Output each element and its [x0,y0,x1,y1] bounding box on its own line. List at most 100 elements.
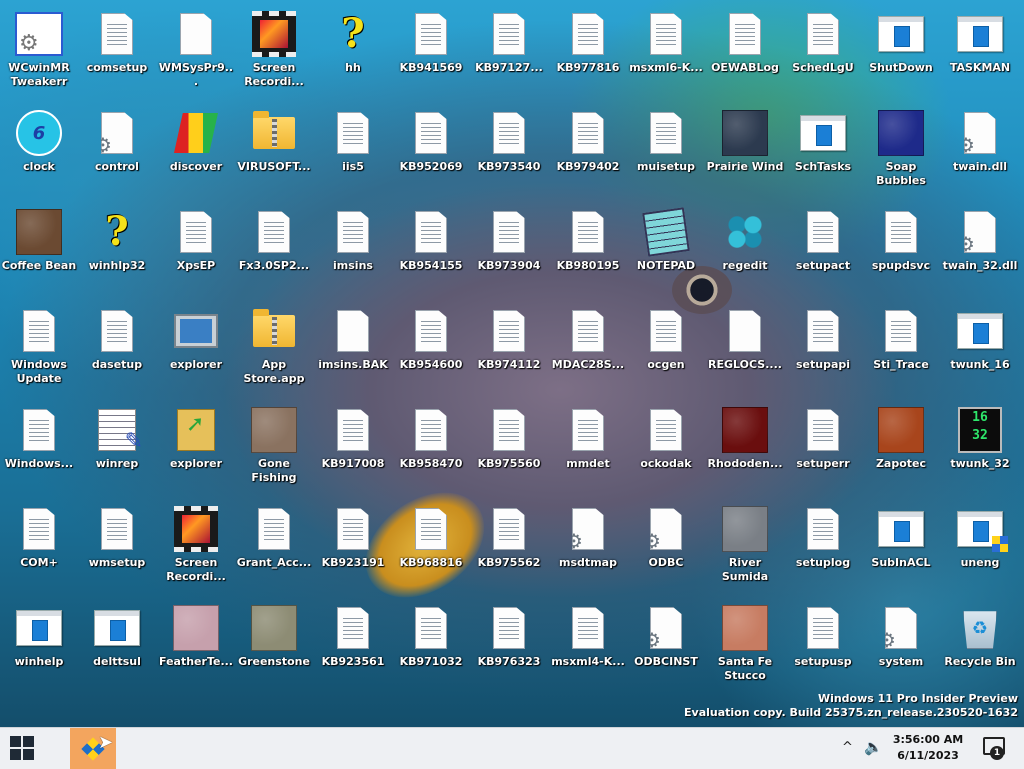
window-shield-icon [956,505,1008,553]
desktop-icon[interactable]: 6 clock [0,103,78,195]
desktop-icon[interactable]: KB974112 [470,301,548,393]
desktop-icon[interactable]: winhelp [0,598,78,690]
desktop-icon[interactable]: WMSysPr9... [157,4,235,96]
desktop-icon[interactable]: Windows... [0,400,78,492]
desktop-icon[interactable]: Screen Recordi... [235,4,313,96]
desktop-icon[interactable]: KB973904 [470,202,548,294]
desktop-icon[interactable]: KB971032 [392,598,470,690]
desktop-icon[interactable]: Prairie Wind [706,103,784,195]
desktop-icon[interactable]: KB923191 [314,499,392,591]
show-hidden-icons-chevron-icon[interactable]: ^ [842,740,853,755]
desktop-icon[interactable]: SchTasks [784,103,862,195]
desktop-icon[interactable]: ? winhlp32 [78,202,156,294]
desktop-icon[interactable]: WCwinMR Tweakerr [0,4,78,96]
desktop-icon[interactable]: KB968816 [392,499,470,591]
desktop-icon[interactable]: mmdet [549,400,627,492]
desktop-icon-label: iis5 [342,160,364,173]
desktop-icon[interactable]: App Store.app [235,301,313,393]
desktop-icon[interactable]: NOTEPAD [627,202,705,294]
desktop-icon[interactable]: Santa Fe Stucco [706,598,784,690]
desktop-icon[interactable]: ockodak [627,400,705,492]
desktop-icon[interactable]: wmsetup [78,499,156,591]
desktop-icon[interactable]: ⚙ msdtmap [549,499,627,591]
desktop-icon[interactable]: winrep [78,400,156,492]
desktop-icon[interactable]: REGLOCS.... [706,301,784,393]
desktop-icon[interactable]: imsins [314,202,392,294]
desktop-icon[interactable]: Fx3.0SP2... [235,202,313,294]
desktop-icon[interactable]: KB973540 [470,103,548,195]
desktop-icon[interactable]: KB923561 [314,598,392,690]
desktop-icon[interactable]: setuperr [784,400,862,492]
desktop-icon[interactable]: iis5 [314,103,392,195]
desktop-icon[interactable]: dasetup [78,301,156,393]
desktop-icon[interactable]: ocgen [627,301,705,393]
start-button[interactable] [10,736,36,762]
desktop-icon[interactable]: 16 32 twunk_32 [941,400,1019,492]
desktop-icon[interactable]: Soap Bubbles [862,103,940,195]
desktop-icon[interactable]: XpsEP [157,202,235,294]
desktop-icon[interactable]: comsetup [78,4,156,96]
desktop-icon[interactable]: SubInACL [862,499,940,591]
taskbar-clock[interactable]: 3:56:00 AM 6/11/2023 [890,732,966,764]
desktop-icon[interactable]: ⚙ twain_32.dll [941,202,1019,294]
desktop-icon[interactable]: imsins.BAK [314,301,392,393]
desktop-icon[interactable]: KB958470 [392,400,470,492]
desktop-icon[interactable]: KB952069 [392,103,470,195]
desktop-icon[interactable]: KB975562 [470,499,548,591]
desktop-icon[interactable]: spupdsvc [862,202,940,294]
desktop-icon[interactable]: Screen Recordi... [157,499,235,591]
desktop-icon[interactable]: setupapi [784,301,862,393]
desktop-icon[interactable]: River Sumida [706,499,784,591]
desktop-icon[interactable]: KB97127... [470,4,548,96]
desktop-icon[interactable]: delttsul [78,598,156,690]
desktop-icon[interactable]: ⚙ twain.dll [941,103,1019,195]
desktop-icon[interactable]: setuplog [784,499,862,591]
desktop-icon[interactable]: Rhododen... [706,400,784,492]
desktop-icon[interactable]: TASKMAN [941,4,1019,96]
desktop-icon[interactable]: COM+ [0,499,78,591]
desktop-icon[interactable]: muisetup [627,103,705,195]
desktop-icon[interactable]: FeatherTe... [157,598,235,690]
desktop-icon[interactable]: ⚙ control [78,103,156,195]
desktop-icon[interactable]: msxml4-K... [549,598,627,690]
desktop-icon[interactable]: regedit [706,202,784,294]
desktop-icon[interactable]: setupact [784,202,862,294]
desktop-icon[interactable]: KB980195 [549,202,627,294]
desktop-icon[interactable]: discover [157,103,235,195]
desktop-icon[interactable]: ♻ Recycle Bin [941,598,1019,690]
desktop-icon[interactable]: ⚙ ODBCINST [627,598,705,690]
desktop-icon[interactable]: KB979402 [549,103,627,195]
desktop-icon[interactable]: explorer [157,400,235,492]
desktop-icon[interactable]: KB954600 [392,301,470,393]
desktop-icon[interactable]: KB975560 [470,400,548,492]
desktop-icon[interactable]: setupusp [784,598,862,690]
desktop-icon[interactable]: Greenstone [235,598,313,690]
desktop-icon[interactable]: ? hh [314,4,392,96]
desktop-icon[interactable]: KB977816 [549,4,627,96]
desktop-icon[interactable]: Zapotec [862,400,940,492]
speaker-icon[interactable]: 🔈 [864,738,883,756]
desktop-icon[interactable]: SchedLgU [784,4,862,96]
desktop-icon[interactable]: MDAC28S... [549,301,627,393]
desktop-icon[interactable]: msxml6-K... [627,4,705,96]
desktop-icon[interactable]: VIRUSOFT... [235,103,313,195]
desktop-icon[interactable]: KB954155 [392,202,470,294]
desktop-icon[interactable]: Windows Update [0,301,78,393]
desktop[interactable]: WCwinMR Tweakerr comsetup WMSysPr9... Scree… [0,0,1024,727]
desktop-icon[interactable]: KB976323 [470,598,548,690]
desktop-icon[interactable]: KB917008 [314,400,392,492]
desktop-icon[interactable]: KB941569 [392,4,470,96]
desktop-icon[interactable]: explorer [157,301,235,393]
desktop-icon[interactable]: uneng [941,499,1019,591]
desktop-icon[interactable]: OEWABLog [706,4,784,96]
desktop-icon[interactable]: twunk_16 [941,301,1019,393]
desktop-icon[interactable]: Coffee Bean [0,202,78,294]
desktop-icon[interactable]: Sti_Trace [862,301,940,393]
desktop-icon[interactable]: Gone Fishing [235,400,313,492]
desktop-icon-label: uneng [960,556,1000,569]
desktop-icon[interactable]: Grant_Acc... [235,499,313,591]
window-icon [877,505,925,553]
desktop-icon[interactable]: ShutDown [862,4,940,96]
desktop-icon[interactable]: ⚙ system [862,598,940,690]
desktop-icon[interactable]: ⚙ ODBC [627,499,705,591]
